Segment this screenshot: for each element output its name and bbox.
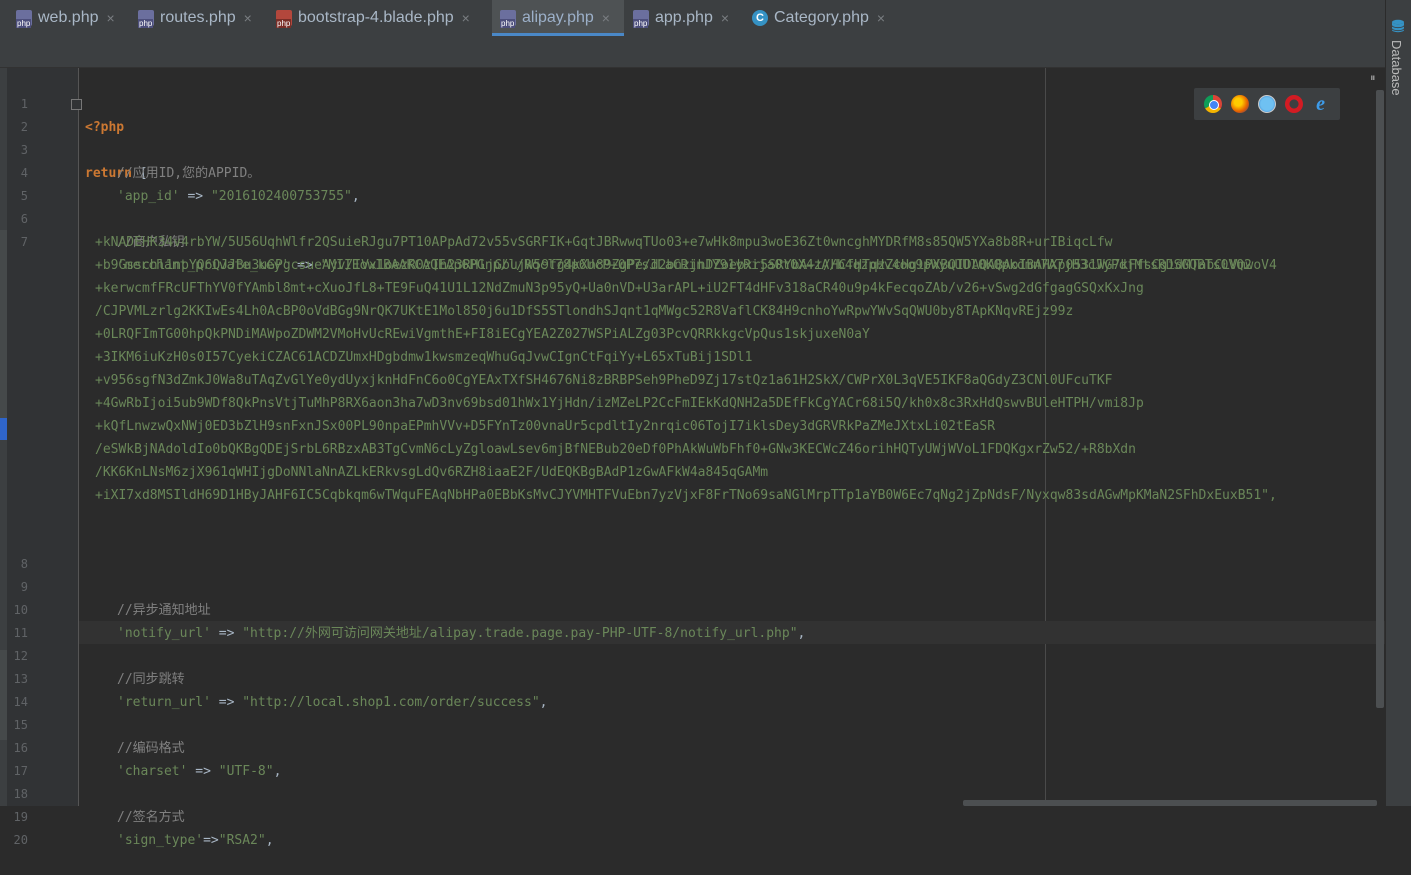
tab-label: web.php: [38, 9, 99, 26]
tab-web-php[interactable]: web.php ×: [16, 0, 115, 36]
code-line: 11: [0, 599, 1385, 640]
string-value: +iXI7xd8MSIldH69D1HByJAHF6IC5Cqbkqm6wTWq…: [95, 488, 1277, 503]
string-value: /eSWkBjNAdoldIo0bQKBgQDEjSrbL6RBzxAB3TgC…: [95, 442, 1136, 457]
code-editor[interactable]: 1 <?php 2 return [ 3 //应用ID,您的APPID。 4 '…: [0, 70, 1385, 848]
tab-label: app.php: [655, 9, 713, 26]
string-value: +0LRQFImTG00hpQkPNDiMAWpoZDWM2VMoHvUcREw…: [95, 327, 870, 342]
opera-icon[interactable]: [1284, 95, 1303, 113]
code-line: 15 //编码格式: [0, 691, 1385, 756]
code-wrap-line: +kNADEHK34v4rbYW/5U56UqhWlfr2QSuieRJgu7P…: [0, 231, 1385, 254]
blade-file-icon: [276, 10, 292, 28]
right-tool-strip: Database: [1385, 0, 1411, 806]
horizontal-scrollbar-thumb[interactable]: [963, 800, 1377, 806]
code-line: 17: [0, 737, 1385, 778]
code-wrap-line: +3IKM6iuKzH0s0I57CyekiCZAC61ACDZUmxHDgbd…: [0, 346, 1385, 369]
code-wrap-line: /CJPVMLzrlg2KKIwEs4Lh0AcBP0oVdBGg9NrQK7U…: [0, 300, 1385, 323]
string-value: +3IKM6iuKzH0s0I57CyekiCZAC61ACDZUmxHDgbd…: [95, 350, 753, 365]
navigation-bar: [0, 36, 1385, 68]
code-line: 5: [0, 162, 1385, 203]
php-file-icon: [138, 10, 154, 28]
string-value: +kNADEHK34v4rbYW/5U56UqhWlfr2QSuieRJgu7P…: [95, 235, 1113, 250]
code-line: 14: [0, 668, 1385, 709]
tab-category-php[interactable]: C Category.php ×: [752, 0, 885, 36]
class-icon: C: [752, 10, 768, 26]
code-line: 7 'merchant_private_key' => "MIIEowIBAAK…: [0, 208, 1385, 273]
php-file-icon: [500, 10, 516, 28]
string-value: +b9Gsschl1npYQ6QJJBu3uGPgcsueAyv/IVx1oez…: [95, 258, 1277, 273]
code-wrap-line: +4GwRbIjoi5ub9WDf8QkPnsVtjTuMhP8RX6aon3h…: [0, 392, 1385, 415]
tab-app-php[interactable]: app.php ×: [633, 0, 729, 36]
array-key: 'sign_type': [117, 833, 204, 848]
code-line: 3 //应用ID,您的APPID。: [0, 116, 1385, 181]
code-line: 12 //同步跳转: [0, 622, 1385, 687]
string-value: +kQfLnwzwQxNWj0ED3bZlH9snFxnJSx00PL90npa…: [95, 419, 996, 434]
database-icon[interactable]: [1391, 19, 1405, 33]
code-line: 1 <?php: [0, 70, 1385, 135]
string-value: "RSA2": [218, 833, 266, 848]
punctuation: ,: [265, 833, 274, 848]
tab-routes-php[interactable]: routes.php ×: [138, 0, 252, 36]
close-icon[interactable]: ×: [877, 10, 885, 26]
code-line: 18 //签名方式: [0, 760, 1385, 825]
code-line: 9 //异步通知地址: [0, 553, 1385, 618]
safari-icon[interactable]: [1257, 95, 1276, 113]
vertical-scrollbar-thumb[interactable]: [1376, 90, 1384, 708]
php-file-icon: [16, 10, 32, 28]
code-line: 2 return [: [0, 93, 1385, 181]
code-line: 16 'charset' => "UTF-8",: [0, 714, 1385, 779]
code-line: 10 'notify_url' => "http://外网可访问网关地址/ali…: [0, 576, 1385, 641]
close-icon[interactable]: ×: [244, 10, 252, 26]
tab-label: routes.php: [160, 9, 236, 26]
database-panel-button[interactable]: Database: [1389, 40, 1404, 96]
code-wrap-line: +kQfLnwzwQxNWj0ED3bZlH9snFxnJSx00PL90npa…: [0, 415, 1385, 438]
code-line: 4 'app_id' => "2016102400753755",: [0, 139, 1385, 204]
string-value: +kerwcmfFRcUFThYV0fYAmbl8mt+cXuoJfL8+TE9…: [95, 281, 1144, 296]
code-line: 8: [0, 530, 1385, 571]
string-value: /KK6KnLNsM6zjX961qWHIjgDoNNlaNnAZLkERkvs…: [95, 465, 769, 480]
code-wrap-line: +b9Gsschl1npYQ6QJJBu3uGPgcsueAyv/IVx1oez…: [0, 254, 1385, 277]
code-wrap-line: +v956sgfN3dZmkJ0Wa8uTAqZvGlYe0ydUyxjknHd…: [0, 369, 1385, 392]
string-value: +v956sgfN3dZmkJ0Wa8uTAqZvGlYe0ydUyxjknHd…: [95, 373, 1113, 388]
tab-label: Category.php: [774, 9, 869, 26]
code-wrap-line: [0, 507, 1385, 530]
string-value: +4GwRbIjoi5ub9WDf8QkPnsVtjTuMhP8RX6aon3h…: [95, 396, 1144, 411]
tab-label: alipay.php: [522, 9, 594, 26]
code-wrap-line: /eSWkBjNAdoldIo0bQKBgQDEjSrbL6RBzxAB3TgC…: [0, 438, 1385, 461]
code-line: 6 //商户私钥: [0, 185, 1385, 250]
browser-preview-bar: e: [1194, 88, 1340, 120]
tab-bootstrap-blade[interactable]: bootstrap-4.blade.php ×: [276, 0, 470, 36]
code-wrap-line: /KK6KnLNsM6zjX961qWHIjgDoNNlaNnAZLkERkvs…: [0, 461, 1385, 484]
code-wrap-line: +kerwcmfFRcUFThYV0fYAmbl8mt+cXuoJfL8+TE9…: [0, 277, 1385, 300]
firefox-icon[interactable]: [1231, 95, 1250, 113]
code-wrap-line: +0LRQFImTG00hpQkPNDiMAWpoZDWM2VMoHvUcREw…: [0, 323, 1385, 346]
tab-alipay-php[interactable]: alipay.php ×: [492, 0, 624, 36]
fold-marker-icon[interactable]: [71, 99, 82, 110]
tab-label: bootstrap-4.blade.php: [298, 9, 454, 26]
close-icon[interactable]: ×: [721, 10, 729, 26]
line-number: 20: [13, 833, 28, 847]
editor-tab-bar: web.php × routes.php × bootstrap-4.blade…: [0, 0, 1385, 36]
close-icon[interactable]: ×: [462, 10, 470, 26]
chrome-icon[interactable]: [1204, 95, 1223, 113]
code-line-current: 13 'return_url' => "http://local.shop1.c…: [0, 645, 1385, 710]
operator: =>: [203, 833, 219, 848]
code-line: 20: [0, 806, 1385, 847]
code-wrap-line: +iXI7xd8MSIldH69D1HByJAHF6IC5Cqbkqm6wTWq…: [0, 484, 1385, 507]
php-file-icon: [633, 10, 649, 28]
close-icon[interactable]: ×: [602, 10, 610, 26]
ie-icon[interactable]: e: [1312, 94, 1330, 114]
close-icon[interactable]: ×: [107, 10, 115, 26]
string-value: /CJPVMLzrlg2KKIwEs4Lh0AcBP0oVdBGg9NrQK7U…: [95, 304, 1074, 319]
